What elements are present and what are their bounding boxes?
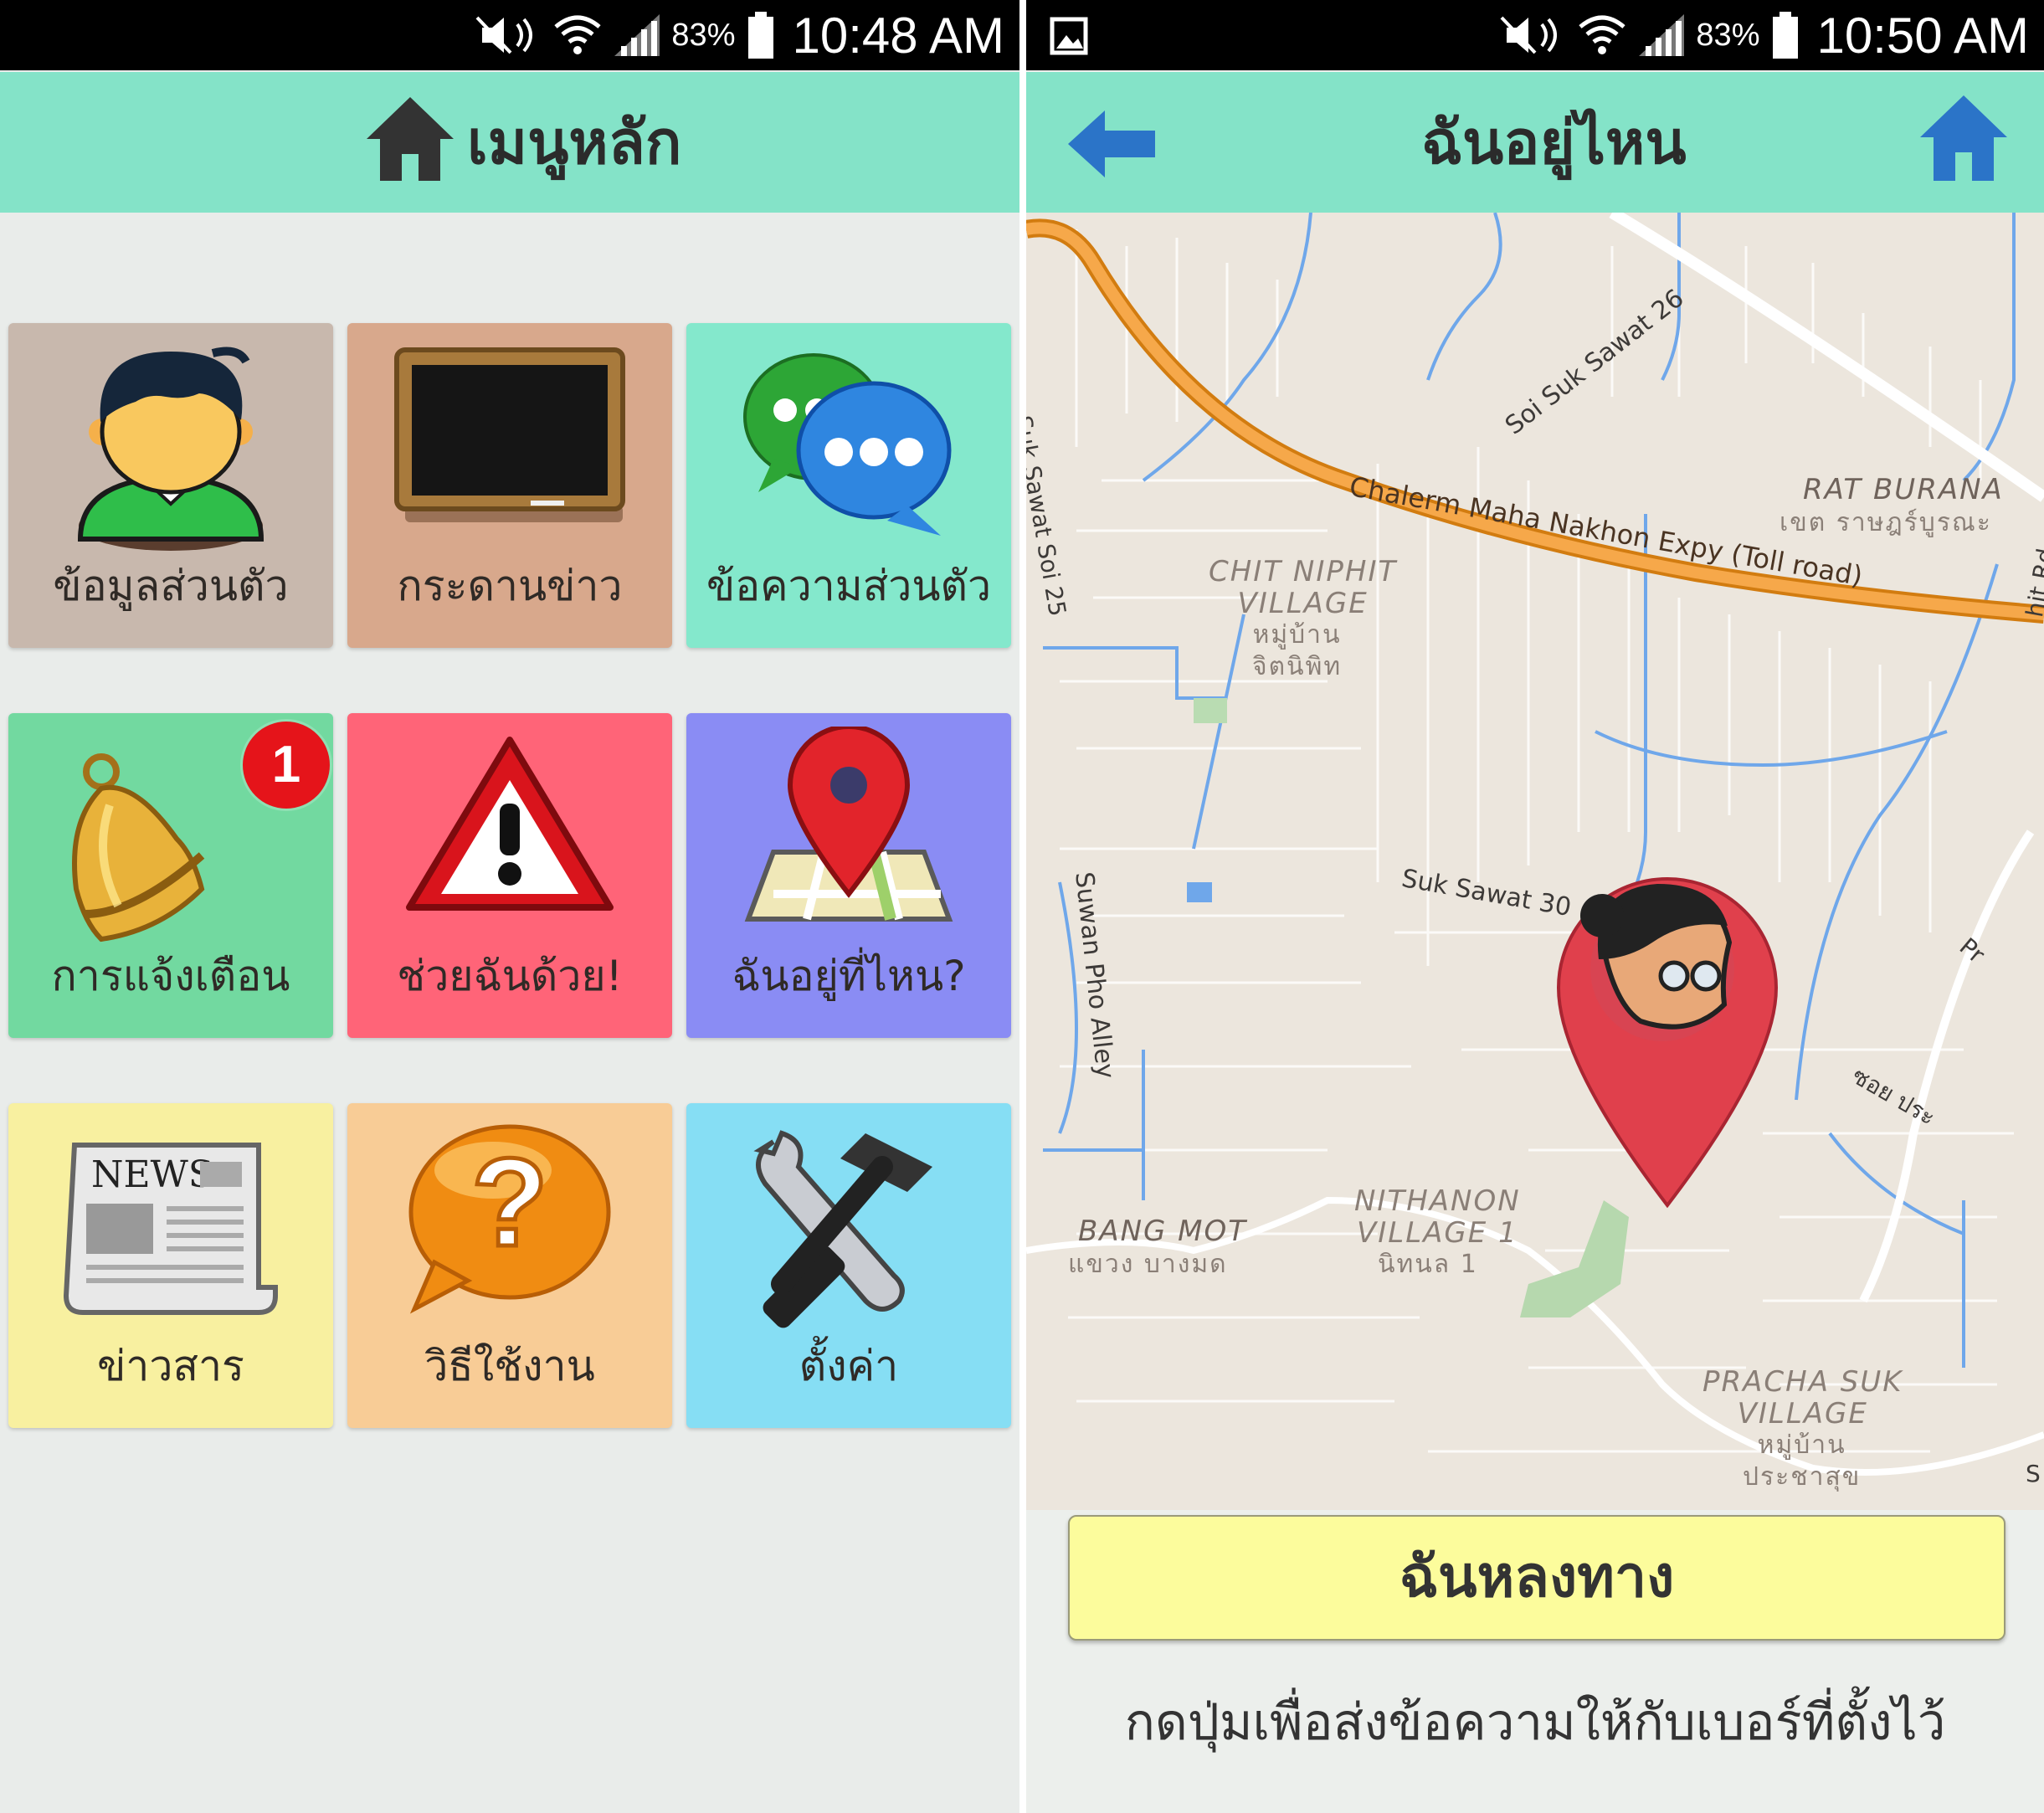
wifi-icon [1579,15,1626,54]
map-label-nithanon-th: นิทนล 1 [1378,1250,1478,1279]
tile-label: ข้อความส่วนตัว [706,562,992,610]
main-menu-screen: 83% 10:48 AM เมนูหลัก ข้อมูลส่วนตัว กระด… [0,0,1019,1813]
warning-icon [406,737,614,911]
tile-label: ช่วยฉันด้วย! [397,952,623,1000]
map-label-bangmot-th: แขวง บางมด [1068,1250,1228,1279]
tile-news[interactable]: NEWS ข่าวสาร [8,1103,333,1428]
tile-help-me[interactable]: ช่วยฉันด้วย! [347,713,672,1038]
back-arrow-icon[interactable] [1068,110,1155,177]
help-bubble-icon: ? [408,1124,611,1314]
home-icon[interactable] [363,94,457,182]
svg-text:?: ? [471,1132,548,1272]
wifi-icon [554,15,602,54]
tools-icon [753,1130,932,1328]
status-bar: 83% 10:50 AM [1026,0,2044,70]
map-view[interactable]: Chalerm Maha Nakhon Expy (Toll road) Soi… [1026,213,2044,1510]
battery-icon [1773,12,1799,59]
chat-bubbles-icon [743,353,952,536]
map-label-prachasuk: PRACHA SUK VILLAGE [1702,1365,1903,1430]
tile-notifications[interactable]: 1 การแจ้งเตือน [8,713,333,1038]
im-lost-button[interactable]: ฉันหลงทาง [1068,1515,2005,1641]
tile-private-messages[interactable]: ข้อความส่วนตัว [686,323,1011,648]
tile-label: ตั้งค่า [799,1342,899,1390]
map-label-nithanon: NITHANON VILLAGE 1 [1354,1184,1521,1250]
bell-icon [71,753,205,942]
battery-percent: 83% [1696,17,1760,53]
where-am-i-screen: 83% 10:50 AM ฉันอยู่ไหน Chalerm Maha Nak… [1026,0,2044,1813]
location-pin[interactable] [1556,877,1779,1209]
status-time: 10:50 AM [1816,7,2029,64]
tile-label: ข้อมูลส่วนตัว [53,562,289,610]
map-pin-icon [744,727,953,922]
tile-label: วิธีใช้งาน [424,1342,595,1390]
mute-icon [1500,16,1558,54]
signal-icon [614,14,660,56]
home-icon[interactable] [1917,92,2011,182]
header-bar: เมนูหลัก [0,72,1019,213]
map-label-chitniphit-th: หมู่บ้าน จิตนิพิท [1252,620,1343,681]
person-icon [77,347,264,551]
map-label-ratburana: RAT BURANA [1803,473,2004,506]
map-label-ratburana-th: เขต ราษฎร์บูรณะ [1780,508,1992,537]
page-title: เมนูหลัก [467,107,682,177]
battery-percent: 83% [671,17,736,53]
notification-badge: 1 [243,722,330,809]
tile-label: การแจ้งเตือน [51,952,290,1000]
gallery-notification-icon [1050,17,1088,55]
tile-label: ฉันอยู่ที่ไหน? [732,952,966,1000]
status-bar: 83% 10:48 AM [0,0,1019,70]
tile-where-am-i[interactable]: ฉันอยู่ที่ไหน? [686,713,1011,1038]
tile-settings[interactable]: ตั้งค่า [686,1103,1011,1428]
signal-icon [1639,14,1685,56]
page-title: ฉันอยู่ไหน [1421,107,1687,177]
status-time: 10:48 AM [792,7,1004,64]
hint-text: กดปุ่มเพื่อส่งข้อความให้กับเบอร์ที่ตั้งไ… [1124,1693,1946,1752]
newspaper-icon: NEWS [63,1143,278,1315]
mute-icon [475,16,533,54]
chalkboard-icon [394,347,625,522]
tile-label: ข่าวสาร [97,1342,244,1390]
tile-news-board[interactable]: กระดานข่าว [347,323,672,648]
tile-personal-info[interactable]: ข้อมูลส่วนตัว [8,323,333,648]
map-label-chitniphit: CHIT NIPHIT VILLAGE [1209,555,1398,620]
map-label-prachasuk-th: หมู่บ้าน ประชาสุข [1743,1430,1862,1492]
map-label-s: S [2026,1460,2041,1487]
newspaper-headline: NEWS [91,1153,213,1196]
tile-label: กระดานข่าว [397,562,623,610]
map-label-bangmot: BANG MOT [1078,1215,1248,1248]
battery-icon [748,12,774,59]
tile-how-to-use[interactable]: ? วิธีใช้งาน [347,1103,672,1428]
header-bar: ฉันอยู่ไหน [1026,72,2044,213]
